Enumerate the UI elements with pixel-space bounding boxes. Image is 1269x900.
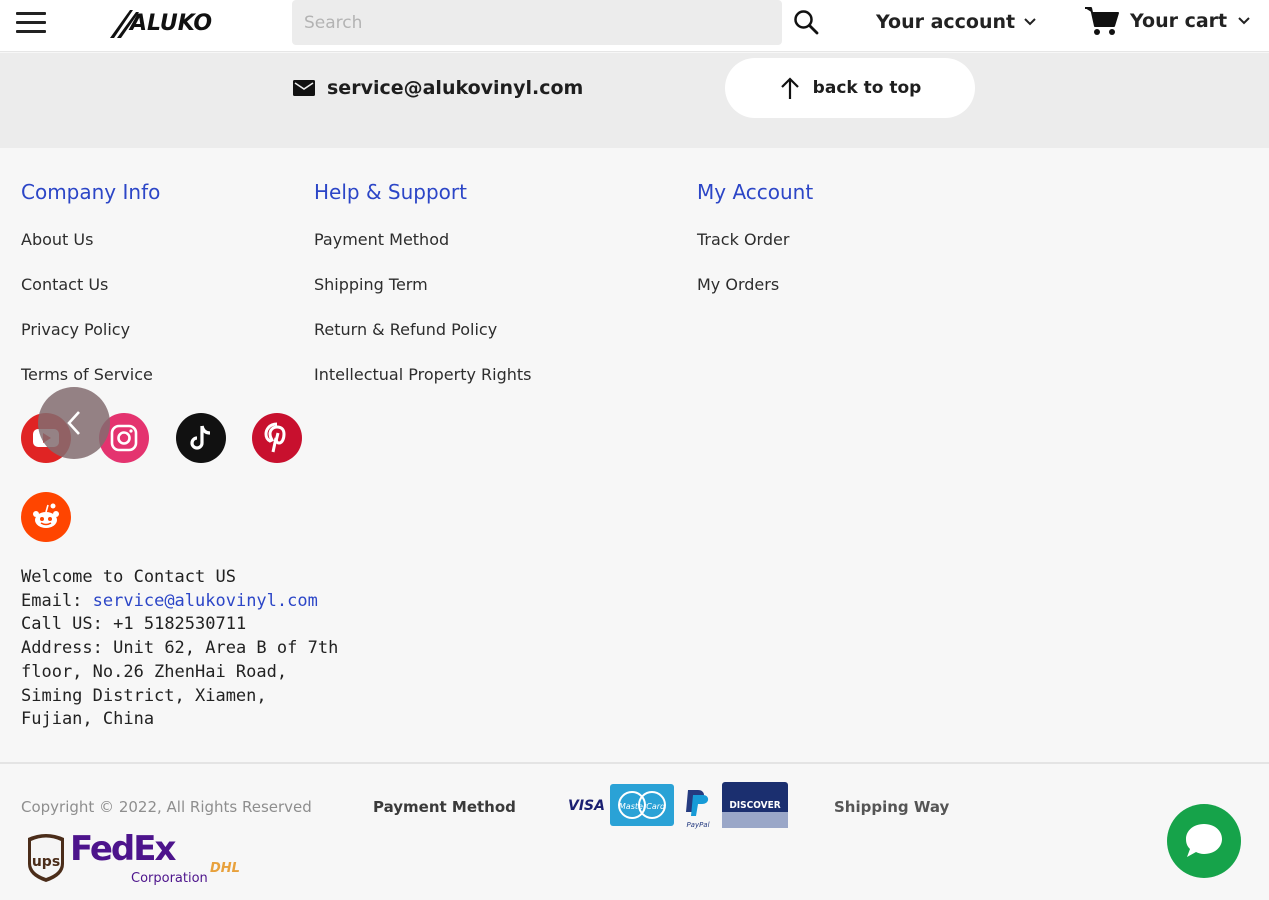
contact-email-label: Email: <box>21 590 83 611</box>
search-icon[interactable] <box>792 8 820 36</box>
footer-link-my-orders[interactable]: My Orders <box>697 275 813 320</box>
contact-info: Welcome to Contact US Email: service@alu… <box>21 566 341 732</box>
back-to-top-label: back to top <box>812 78 922 98</box>
svg-text:PayPal: PayPal <box>686 821 709 829</box>
discover-logo: DISCOVER <box>722 782 788 828</box>
footer-link-contact-us[interactable]: Contact Us <box>21 275 160 320</box>
shipping-way-label: Shipping Way <box>834 798 950 816</box>
footer-link-return-refund-policy[interactable]: Return & Refund Policy <box>314 320 532 365</box>
menu-icon[interactable] <box>16 12 46 36</box>
contact-strip: service@alukovinyl.com back to top <box>0 53 1269 148</box>
payment-method-label: Payment Method <box>373 798 516 816</box>
contact-address-label: Address: <box>21 638 103 659</box>
your-cart-label: Your cart <box>1130 10 1228 32</box>
aluko-logo[interactable]: ALUKO <box>108 6 230 40</box>
chevron-down-icon <box>1238 17 1250 25</box>
strip-email[interactable]: service@alukovinyl.com <box>293 77 583 99</box>
footer-link-shipping-term[interactable]: Shipping Term <box>314 275 532 320</box>
contact-phone-line: Call US: +1 5182530711 <box>21 613 341 637</box>
footer-link-about-us[interactable]: About Us <box>21 230 160 275</box>
copyright-text: Copyright © 2022, All Rights Reserved <box>21 798 312 816</box>
logo-text: ALUKO <box>128 11 212 36</box>
arrow-up-icon <box>780 77 799 99</box>
carousel-prev-button[interactable] <box>38 387 110 459</box>
column-title: My Account <box>697 180 814 204</box>
footer-column-my-account: My Account Track Order My Orders <box>697 180 813 320</box>
contact-welcome: Welcome to Contact US <box>21 567 236 587</box>
chat-icon <box>1186 824 1222 857</box>
payment-logos: VISA MasterCard PayPal DISCOVER <box>568 782 788 829</box>
ups-logo: ups <box>28 834 64 882</box>
contact-phone-label: Call US: <box>21 614 103 635</box>
paypal-logo: PayPal <box>686 790 710 829</box>
footer-link-intellectual-property[interactable]: Intellectual Property Rights <box>314 365 532 410</box>
contact-address-line: Address: Unit 62, Area B of 7th floor, N… <box>21 637 341 732</box>
chevron-left-icon <box>67 411 80 435</box>
your-cart-menu[interactable]: Your cart <box>1084 4 1251 38</box>
your-account-menu[interactable]: Your account <box>876 8 1037 36</box>
mastercard-logo: MasterCard <box>610 784 674 826</box>
top-header: ALUKO Your account Your cart <box>0 0 1269 52</box>
footer-link-privacy-policy[interactable]: Privacy Policy <box>21 320 160 365</box>
dhl-logo: DHL <box>210 861 240 876</box>
contact-email-line: Email: service@alukovinyl.com <box>21 590 341 614</box>
svg-text:ups: ups <box>32 854 60 870</box>
contact-email-link[interactable]: service@alukovinyl.com <box>93 591 318 611</box>
svg-text:DISCOVER: DISCOVER <box>729 800 780 811</box>
chat-button[interactable] <box>1167 804 1241 878</box>
footer-link-payment-method[interactable]: Payment Method <box>314 230 532 275</box>
shipping-logos: ups FedEx Corporation DHL <box>28 830 240 886</box>
column-title: Company Info <box>21 180 161 204</box>
fedex-logo: FedEx <box>70 830 176 869</box>
svg-text:MasterCard: MasterCard <box>619 802 666 811</box>
mail-icon <box>293 80 315 96</box>
reddit-icon[interactable] <box>21 492 71 542</box>
footer-column-company-info: Company Info About Us Contact Us Privacy… <box>21 180 160 410</box>
column-title: Help & Support <box>314 180 467 204</box>
footer-column-help-support: Help & Support Payment Method Shipping T… <box>314 180 532 410</box>
visa-logo: VISA <box>568 798 605 814</box>
tiktok-icon[interactable] <box>176 413 226 463</box>
cart-icon <box>1085 7 1119 35</box>
footer-link-track-order[interactable]: Track Order <box>697 230 813 275</box>
contact-phone: +1 5182530711 <box>113 614 247 635</box>
back-to-top-button[interactable]: back to top <box>725 58 975 118</box>
chevron-down-icon <box>1024 18 1036 26</box>
bottom-bar: Copyright © 2022, All Rights Reserved Pa… <box>0 762 1269 900</box>
strip-email-text: service@alukovinyl.com <box>327 77 584 99</box>
search-input[interactable] <box>292 0 782 45</box>
pinterest-icon[interactable] <box>252 413 302 463</box>
your-account-label: Your account <box>876 11 1016 33</box>
fedex-corporation-text: Corporation <box>131 871 208 886</box>
